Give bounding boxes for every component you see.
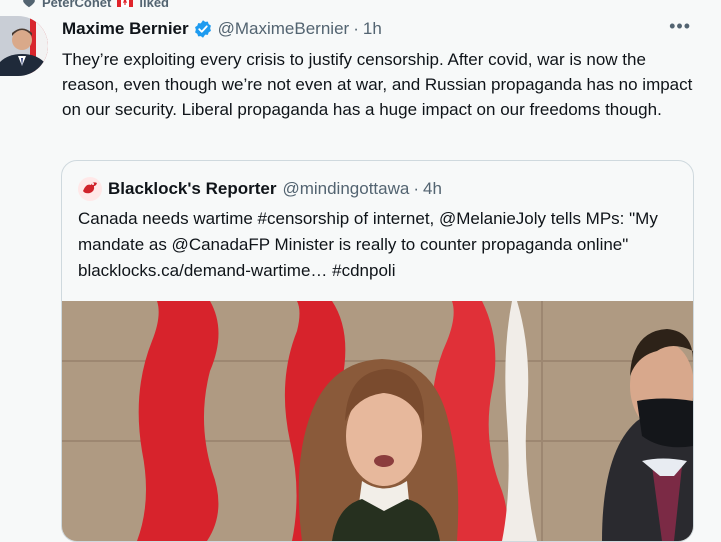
tweet-timestamp[interactable]: 1h <box>363 19 382 39</box>
author-avatar-image <box>0 16 48 76</box>
liked-label: liked <box>139 0 169 10</box>
quoted-tweet-header: Blacklock's Reporter @mindingottawa · 4h <box>78 177 442 201</box>
canada-flag-icon <box>117 0 134 7</box>
author-handle[interactable]: @MaximeBernier <box>218 19 350 39</box>
heart-icon <box>23 0 35 8</box>
author-name[interactable]: Maxime Bernier <box>62 19 189 39</box>
quoted-timestamp[interactable]: 4h <box>423 179 442 199</box>
separator-dot: · <box>353 19 359 38</box>
quoted-tweet-photo[interactable] <box>62 301 693 541</box>
liked-banner: PeterConet liked <box>22 0 169 10</box>
quoted-tweet-text: Canada needs wartime #censorship of inte… <box>78 209 658 280</box>
quoted-separator-dot: · <box>413 179 420 198</box>
verified-badge-icon <box>194 20 211 38</box>
blacklocks-avatar-icon[interactable] <box>78 177 102 201</box>
quoted-tweet-card[interactable]: Blacklock's Reporter @mindingottawa · 4h… <box>61 160 694 542</box>
author-avatar[interactable] <box>0 16 48 76</box>
tweet-header: Maxime Bernier @MaximeBernier · 1h <box>62 19 382 39</box>
more-options-icon[interactable]: ••• <box>669 16 691 37</box>
tweet-text: They’re exploiting every crisis to justi… <box>62 50 693 119</box>
liked-user[interactable]: PeterConet <box>42 0 111 10</box>
quoted-author-name[interactable]: Blacklock's Reporter <box>108 179 276 199</box>
quoted-author-handle[interactable]: @mindingottawa <box>282 179 409 199</box>
